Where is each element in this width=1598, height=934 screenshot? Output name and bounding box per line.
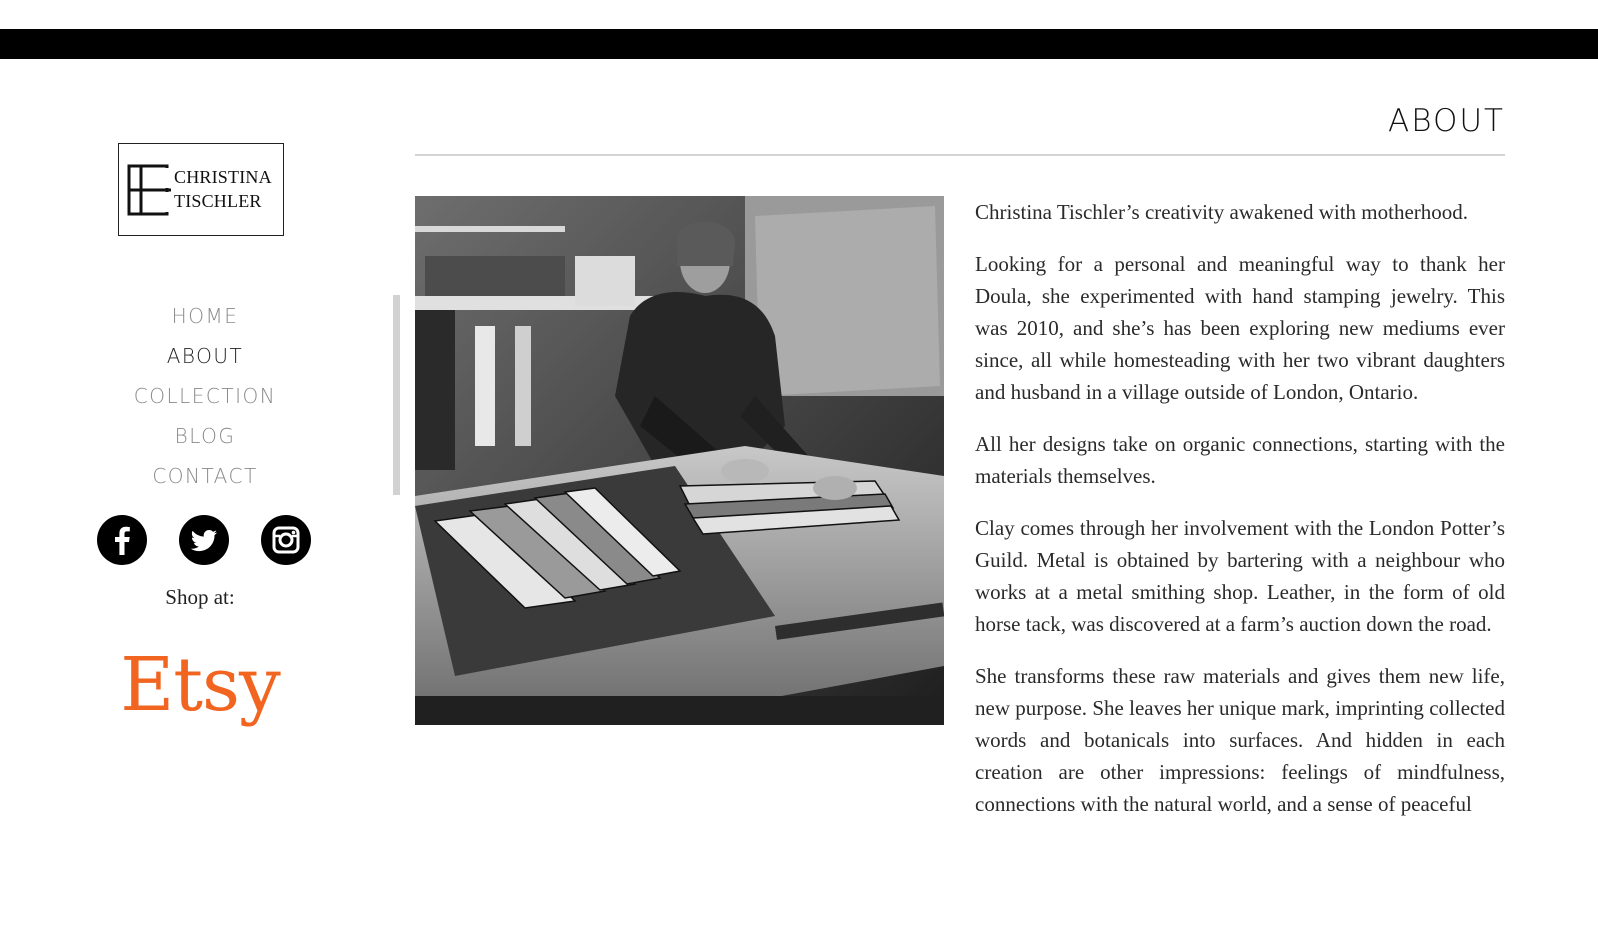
nav-item-blog[interactable]: BLOG <box>0 416 410 456</box>
nav-item-contact[interactable]: CONTACT <box>0 456 410 496</box>
site-logo[interactable]: CHRISTINA TISCHLER <box>118 143 284 236</box>
monogram-icon <box>127 164 171 216</box>
paragraph: Christina Tischler’s creativity awakened… <box>975 200 1469 224</box>
title-divider <box>415 154 1505 156</box>
paragraph: Clay comes through her involvement with … <box>975 516 1505 636</box>
paragraph: Looking for a personal and meaningful wa… <box>975 252 1505 404</box>
shop-label: Shop at: <box>165 585 235 609</box>
instagram-icon[interactable] <box>261 515 311 565</box>
etsy-logo-link[interactable]: Etsy <box>0 640 400 730</box>
twitter-icon[interactable] <box>179 515 229 565</box>
page-title: ABOUT <box>1388 103 1505 139</box>
sidebar-scrollbar[interactable] <box>393 295 400 495</box>
logo-line-name: CHRISTINA <box>174 167 272 187</box>
about-article: Christina Tischler’s creativity awakened… <box>975 196 1505 840</box>
workshop-photo-illustration <box>415 196 944 725</box>
sidebar: CHRISTINA TISCHLER HOME ABOUT COLLECTION… <box>0 0 400 934</box>
nav-item-home[interactable]: HOME <box>0 296 410 336</box>
logo-line-surname: TISCHLER <box>174 191 262 211</box>
paragraph: She transforms these raw materials and g… <box>975 664 1505 816</box>
woodworking-photo <box>415 196 944 725</box>
paragraph: All her designs take on organic connecti… <box>975 432 1505 488</box>
nav-item-about[interactable]: ABOUT <box>0 336 410 376</box>
facebook-icon[interactable] <box>97 515 147 565</box>
nav-item-collection[interactable]: COLLECTION <box>0 376 410 416</box>
main-nav: HOME ABOUT COLLECTION BLOG CONTACT <box>0 296 410 496</box>
